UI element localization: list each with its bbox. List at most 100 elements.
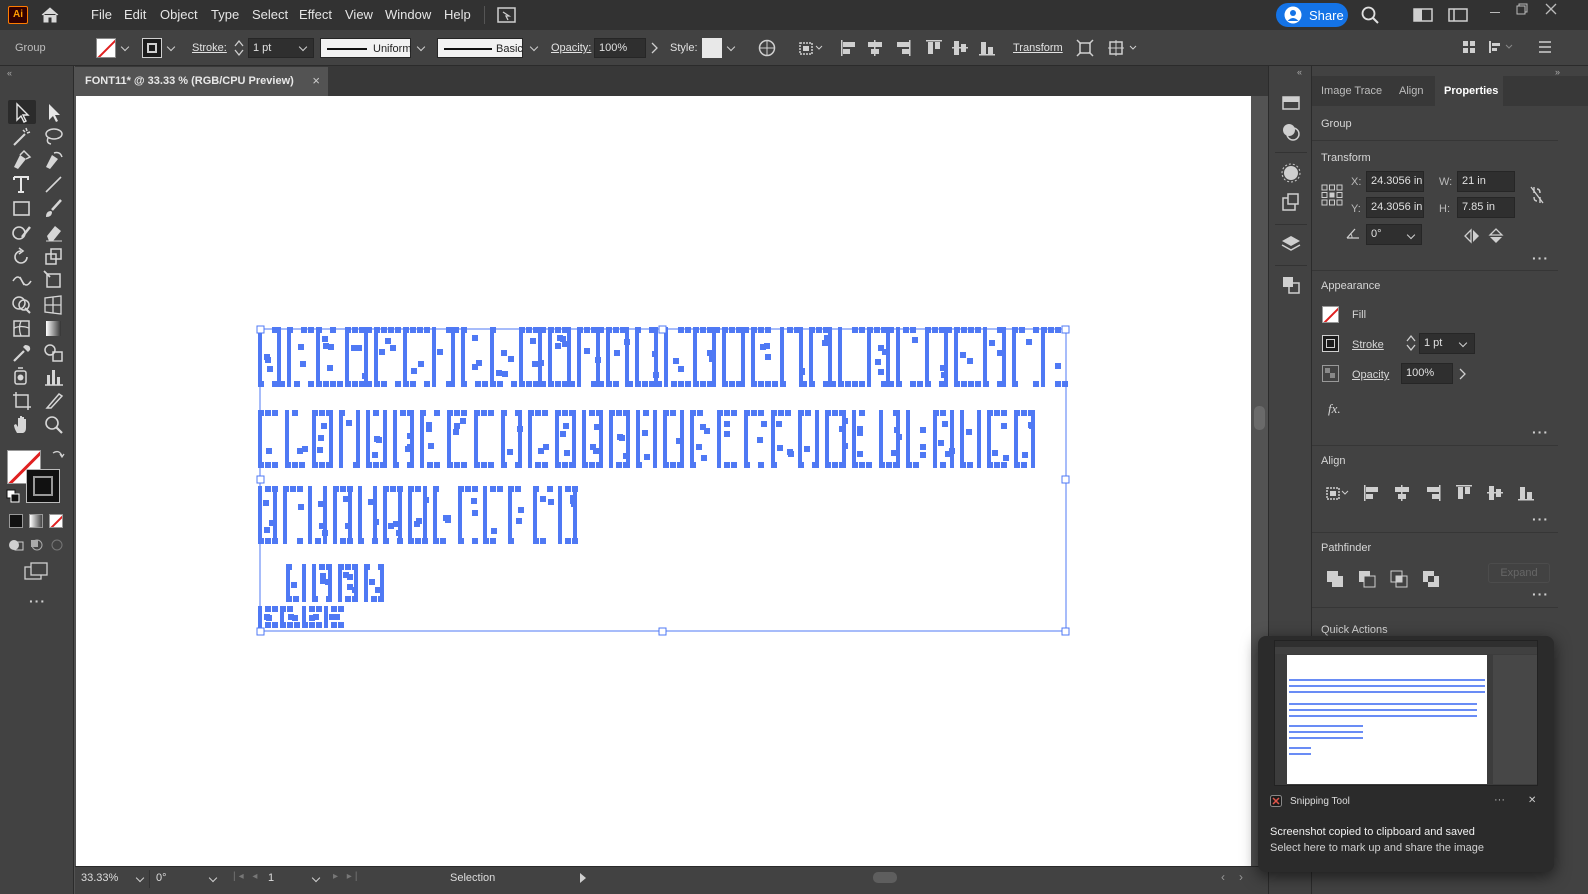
opacity-label[interactable]: Opacity: [551,42,591,54]
column-graph-tool-icon[interactable] [42,365,66,387]
shaper-tool-icon[interactable] [10,221,34,243]
stroke-swatch[interactable] [142,38,162,58]
change-screen-mode-icon[interactable] [24,561,50,581]
appearance-stroke-dropdown-icon[interactable] [1458,338,1468,348]
search-icon[interactable] [1361,6,1379,24]
menu-view[interactable]: View [345,7,373,22]
curvature-tool-icon[interactable] [42,149,66,171]
menu-help[interactable]: Help [444,7,471,22]
status-menu-arrow-icon[interactable] [579,872,587,884]
close-document-icon[interactable]: × [312,73,320,88]
artboard-tool-icon[interactable] [10,389,34,411]
document-tab[interactable]: FONT11* @ 33.33 % (RGB/CPU Preview) × [75,67,328,96]
brushes-panel-icon[interactable] [1281,163,1301,183]
zoom-tool-icon[interactable] [42,413,66,435]
panel-align-top-icon[interactable] [1455,484,1473,502]
lasso-tool-icon[interactable] [42,125,66,147]
color-mode-icon[interactable] [9,514,23,528]
y-position-field[interactable]: 24.3056 in [1366,197,1424,218]
eyedropper-tool-icon[interactable] [10,341,34,363]
artboard-number[interactable]: 1 [268,872,274,884]
traced-glyph-group[interactable] [258,327,1068,628]
unite-icon[interactable] [1326,570,1344,588]
puppet-warp-icon[interactable] [1108,39,1140,57]
menu-edit[interactable]: Edit [124,7,146,22]
layers-panel-icon[interactable] [1281,234,1301,254]
rotation-angle-dropdown-icon[interactable] [1406,230,1416,240]
align-bottom-icon[interactable] [978,39,996,57]
scale-tool-icon[interactable] [42,245,66,267]
gradient-mode-icon[interactable] [29,514,43,528]
notification-menu-icon[interactable]: ··· [1494,794,1505,806]
align-top-icon[interactable] [925,39,943,57]
artboard[interactable] [76,96,1251,866]
snipping-tool-notification[interactable]: Snipping Tool ··· ✕ Screenshot copied to… [1258,636,1554,872]
transform-link[interactable]: Transform [1013,42,1063,54]
selection-tool-icon[interactable] [10,101,34,123]
more-transform-options-icon[interactable]: ··· [1532,250,1549,266]
font-glyphs-artwork[interactable] [76,96,1251,866]
brush-definition[interactable]: Basic [437,38,523,58]
horizontal-scroll-thumb[interactable] [873,872,897,883]
direct-selection-tool-icon[interactable] [42,101,66,123]
menu-effect[interactable]: Effect [299,7,332,22]
next-artboard-icon[interactable]: ▸ ▸| [333,871,360,882]
fill-swatch[interactable] [96,38,116,58]
menu-file[interactable]: File [91,7,112,22]
more-pathfinder-options-icon[interactable]: ··· [1532,586,1549,602]
artboards-panel-icon[interactable] [1281,275,1301,295]
edit-toolbar-icon[interactable]: ··· [29,593,46,609]
opacity-field[interactable]: 100% [594,38,646,58]
appearance-opacity-field[interactable]: 100% [1401,363,1453,384]
artboard-dropdown-icon[interactable] [311,873,321,883]
collapse-tools-icon[interactable]: « [7,68,12,78]
draw-behind-icon[interactable] [29,538,45,552]
rotation-value[interactable]: 0° [156,872,167,884]
stroke-weight-dropdown-icon[interactable] [298,42,308,52]
control-bar-menu-icon[interactable] [1538,40,1552,54]
pen-tool-icon[interactable] [10,149,34,171]
effects-fx-icon[interactable]: fx. [1328,401,1341,417]
none-mode-icon[interactable] [49,514,63,528]
fill-dropdown-icon[interactable] [120,42,130,52]
shape-builder-tool-icon[interactable] [10,293,34,315]
default-colors-icon[interactable] [6,489,20,503]
scroll-left-icon[interactable]: ‹ [1221,870,1225,884]
flip-vertical-icon[interactable] [1488,227,1504,245]
reference-point-icon[interactable] [1321,184,1343,206]
panel-align-to-icon[interactable] [1325,484,1353,502]
align-horizontal-center-icon[interactable] [866,39,884,57]
menu-type[interactable]: Type [211,7,239,22]
exclude-icon[interactable] [1422,570,1440,588]
home-icon[interactable] [40,6,60,24]
intersect-icon[interactable] [1390,570,1408,588]
first-artboard-icon[interactable]: |◂ ◂ [233,871,260,882]
align-to-icon[interactable] [798,39,826,57]
expand-panels-icon[interactable]: « [1297,67,1302,77]
menu-object[interactable]: Object [160,7,198,22]
more-appearance-options-icon[interactable]: ··· [1532,424,1549,440]
appearance-fill-swatch[interactable] [1322,306,1339,323]
slice-tool-icon[interactable] [42,389,66,411]
tab-image-trace[interactable]: Image Trace [1321,85,1382,97]
zoom-dropdown-icon[interactable] [135,873,145,883]
hand-tool-icon[interactable] [10,413,34,435]
height-field[interactable]: 7.85 in [1457,197,1515,218]
rotation-dropdown-icon[interactable] [208,873,218,883]
more-align-options-icon[interactable]: ··· [1532,511,1549,527]
perspective-grid-tool-icon[interactable] [42,293,66,315]
blend-tool-icon[interactable] [42,341,66,363]
panel-align-right-icon[interactable] [1424,484,1442,502]
opacity-expand-icon[interactable] [650,42,658,54]
constrain-proportions-icon[interactable] [1529,185,1545,205]
stroke-stepper-icon[interactable] [234,39,244,57]
symbols-panel-icon[interactable] [1281,192,1301,212]
gradient-tool-icon[interactable] [42,317,66,339]
rectangle-tool-icon[interactable] [10,197,34,219]
align-left-icon[interactable] [840,39,858,57]
zoom-level[interactable]: 33.33% [81,872,118,884]
paintbrush-tool-icon[interactable] [42,197,66,219]
panel-align-bottom-icon[interactable] [1517,484,1535,502]
workspace-switcher-icon[interactable] [1413,8,1433,22]
arrange-icon[interactable] [1462,40,1476,54]
